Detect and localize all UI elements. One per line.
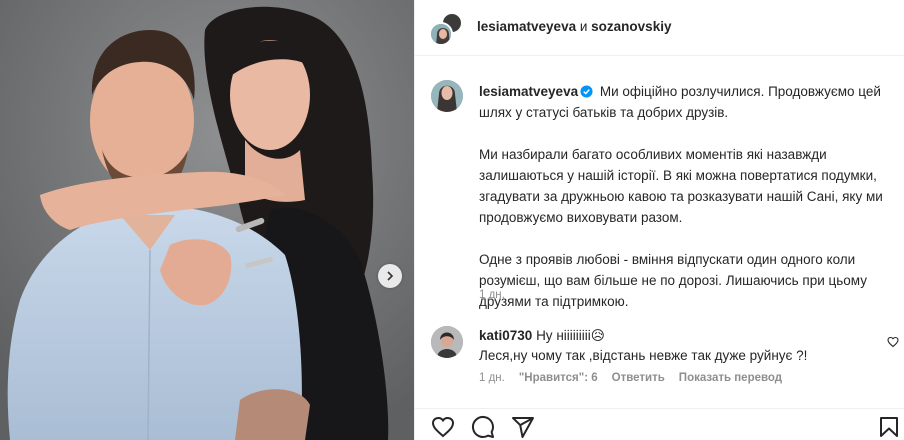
comment-reply-button[interactable]: Ответить: [612, 372, 665, 384]
caption-paragraph-2: Ми назбирали багато особливих моментів я…: [479, 147, 883, 225]
caption-text: lesiamatveyeva Ми офіційно розлучилися. …: [479, 81, 891, 333]
avatar-lesiamatveyeva[interactable]: [429, 22, 453, 46]
authors-conjunction: и: [579, 19, 588, 34]
author-link-1[interactable]: lesiamatveyeva: [477, 19, 576, 34]
next-photo-button[interactable]: [378, 264, 402, 288]
heart-icon[interactable]: [431, 415, 455, 439]
avatar-illustration: [431, 24, 451, 44]
caption-avatar[interactable]: [431, 80, 463, 112]
caption-timestamp[interactable]: 1 дн.: [479, 289, 505, 301]
share-icon[interactable]: [511, 415, 535, 439]
comment-text: kati0730 Ну нііііііііі😥 Леся,ну чому так…: [479, 326, 879, 366]
avatar-illustration: [431, 80, 463, 112]
caption-username[interactable]: lesiamatveyeva: [479, 84, 578, 99]
comment-avatar[interactable]: [431, 326, 463, 358]
author-link-2[interactable]: sozanovskiy: [591, 19, 671, 34]
comment-timestamp[interactable]: 1 дн.: [479, 372, 505, 384]
caption-paragraph-3: Одне з проявів любові - вміння відпускат…: [479, 252, 867, 309]
comment-username[interactable]: kati0730: [479, 328, 532, 343]
collab-avatars[interactable]: [429, 12, 463, 46]
post-authors: lesiamatveyeva и sozanovskiy: [477, 19, 671, 34]
comment-heart-icon[interactable]: [887, 336, 899, 348]
comment-likes-count[interactable]: "Нравится": 6: [519, 372, 598, 384]
comment-line-2: Леся,ну чому так ,відстань невже так дуж…: [479, 348, 808, 363]
comment-icon[interactable]: [471, 415, 495, 439]
chevron-right-icon: [387, 271, 394, 281]
post-panel: lesiamatveyeva и sozanovskiy lesiamatvey…: [414, 0, 904, 440]
comment-meta: 1 дн. "Нравится": 6 Ответить Показать пе…: [479, 372, 782, 384]
post-header: lesiamatveyeva и sozanovskiy: [415, 0, 904, 56]
comment-translate-button[interactable]: Показать перевод: [679, 372, 782, 384]
bookmark-icon[interactable]: [877, 415, 901, 439]
verified-icon: [580, 85, 593, 98]
avatar-illustration: [431, 326, 463, 358]
post-photo[interactable]: [0, 0, 414, 440]
instagram-post: lesiamatveyeva и sozanovskiy lesiamatvey…: [0, 0, 904, 440]
post-actions-bar: [415, 408, 904, 440]
comment-line-1: Ну нііііііііі😥: [536, 328, 605, 343]
photo-illustration: [0, 0, 414, 440]
